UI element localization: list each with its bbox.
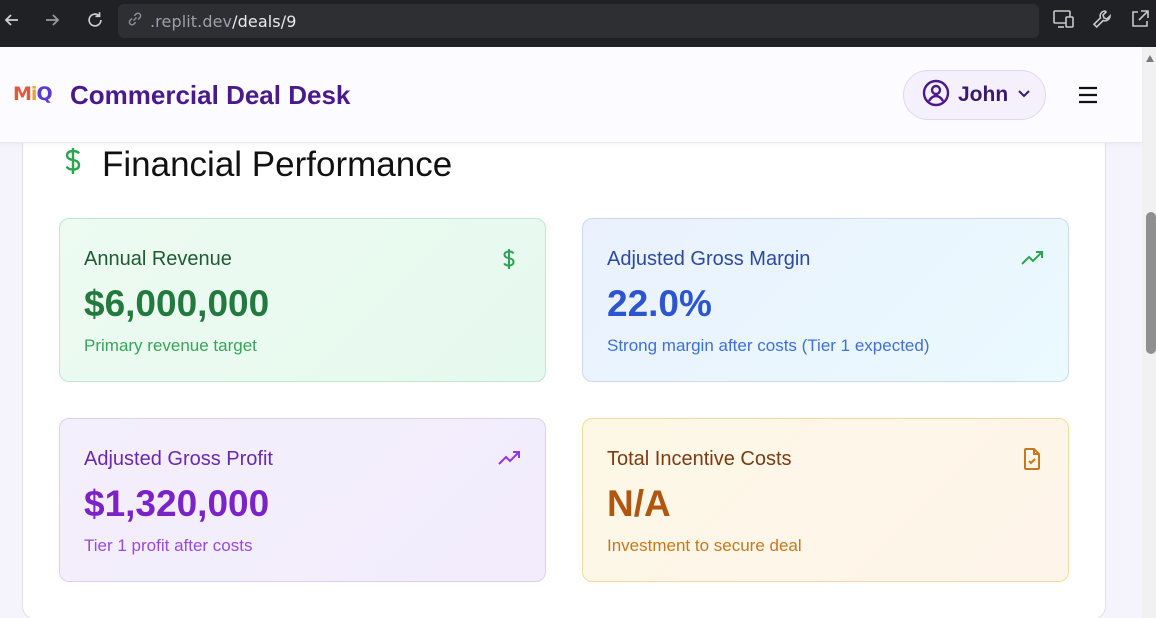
section-dollar-icon	[62, 146, 84, 176]
user-name: John	[958, 83, 1009, 106]
hamburger-menu-icon[interactable]	[1076, 83, 1100, 107]
forward-arrow-icon[interactable]	[42, 10, 62, 30]
app-title[interactable]: Commercial Deal Desk	[70, 80, 350, 111]
scrollbar-thumb[interactable]	[1146, 212, 1156, 354]
address-bar[interactable]: .replit.dev/deals/9	[118, 4, 1039, 38]
metric-subtitle: Investment to secure deal	[607, 536, 802, 555]
trending-up-icon	[1020, 247, 1044, 271]
url-text: .replit.dev/deals/9	[150, 12, 297, 31]
metric-value: N/A	[607, 483, 671, 524]
metric-label: Adjusted Gross Profit	[84, 448, 273, 470]
logo-letter-q: Q	[36, 83, 52, 105]
metric-subtitle: Tier 1 profit after costs	[84, 536, 253, 555]
app-header: MiQ Commercial Deal Desk John	[0, 47, 1142, 143]
chevron-down-icon	[1016, 85, 1032, 106]
metric-value: $6,000,000	[84, 283, 270, 324]
url-path: /deals/9	[232, 11, 297, 31]
metric-label: Adjusted Gross Margin	[607, 248, 811, 270]
url-host: .replit.dev	[150, 11, 233, 31]
cast-icon[interactable]	[1052, 8, 1076, 35]
metric-card-adjusted-gross-profit: Adjusted Gross Profit $1,320,000 Tier 1 …	[59, 418, 546, 582]
wrench-icon[interactable]	[1091, 8, 1113, 35]
dollar-icon	[497, 247, 521, 271]
logo-letter-m: M	[13, 83, 32, 105]
browser-toolbar: .replit.dev/deals/9	[0, 0, 1156, 47]
metric-subtitle: Strong margin after costs (Tier 1 expect…	[607, 336, 930, 355]
metric-label: Annual Revenue	[84, 248, 232, 270]
file-check-icon	[1020, 447, 1044, 471]
user-menu-button[interactable]: John	[903, 70, 1046, 120]
trending-up-icon	[497, 447, 521, 471]
metric-card-adjusted-gross-margin: Adjusted Gross Margin 22.0% Strong margi…	[582, 218, 1069, 382]
link-icon	[126, 10, 144, 33]
metric-label: Total Incentive Costs	[607, 448, 792, 470]
metric-value: $1,320,000	[84, 483, 270, 524]
open-external-icon[interactable]	[1129, 8, 1151, 35]
back-arrow-icon[interactable]	[2, 10, 22, 30]
section-title: Financial Performance	[102, 145, 453, 184]
miq-logo[interactable]: MiQ	[13, 83, 53, 105]
scroll-up-arrow-icon[interactable]	[1146, 55, 1154, 62]
metric-value: 22.0%	[607, 283, 712, 324]
metric-subtitle: Primary revenue target	[84, 336, 257, 355]
metric-card-annual-revenue: Annual Revenue $6,000,000 Primary revenu…	[59, 218, 546, 382]
user-circle-icon	[922, 79, 950, 112]
reload-icon[interactable]	[85, 10, 105, 30]
metric-card-total-incentive-costs: Total Incentive Costs N/A Investment to …	[582, 418, 1069, 582]
